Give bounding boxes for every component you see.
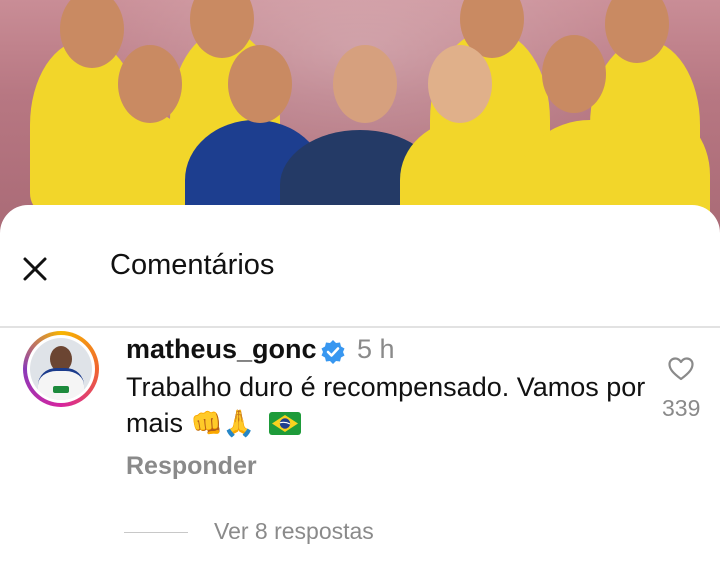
player-head [118,45,182,123]
comments-sheet: Comentários matheus_gonc 5 h Trabalho du… [0,205,720,562]
close-button[interactable] [18,252,52,286]
header-divider [0,326,720,328]
like-count: 339 [662,395,701,421]
comment-username[interactable]: matheus_gonc [126,334,317,365]
close-icon [23,257,47,281]
avatar-body [38,368,84,400]
brazil-flag-icon [268,412,301,435]
comments-header: Comentários [0,205,720,327]
verified-badge-icon [321,340,345,364]
avatar-image [30,338,92,400]
comments-title: Comentários [110,249,275,281]
avatar-sponsor-patch [53,386,69,393]
player-head [228,45,292,123]
heart-icon[interactable] [667,355,695,383]
player-head [542,35,606,113]
comment-emojis: 👊🙏 [190,409,256,439]
comment-body: Trabalho duro é recompensado. Vamos por … [126,369,646,442]
player-head [333,45,397,123]
player-head [428,45,492,123]
view-replies-button[interactable]: Ver 8 respostas [214,518,374,545]
story-ring[interactable] [23,331,99,407]
team-photo-background [0,0,720,240]
avatar [27,335,95,403]
comment-time: 5 h [357,334,395,364]
reply-button[interactable]: Responder [126,452,257,481]
replies-divider-line [124,532,188,533]
